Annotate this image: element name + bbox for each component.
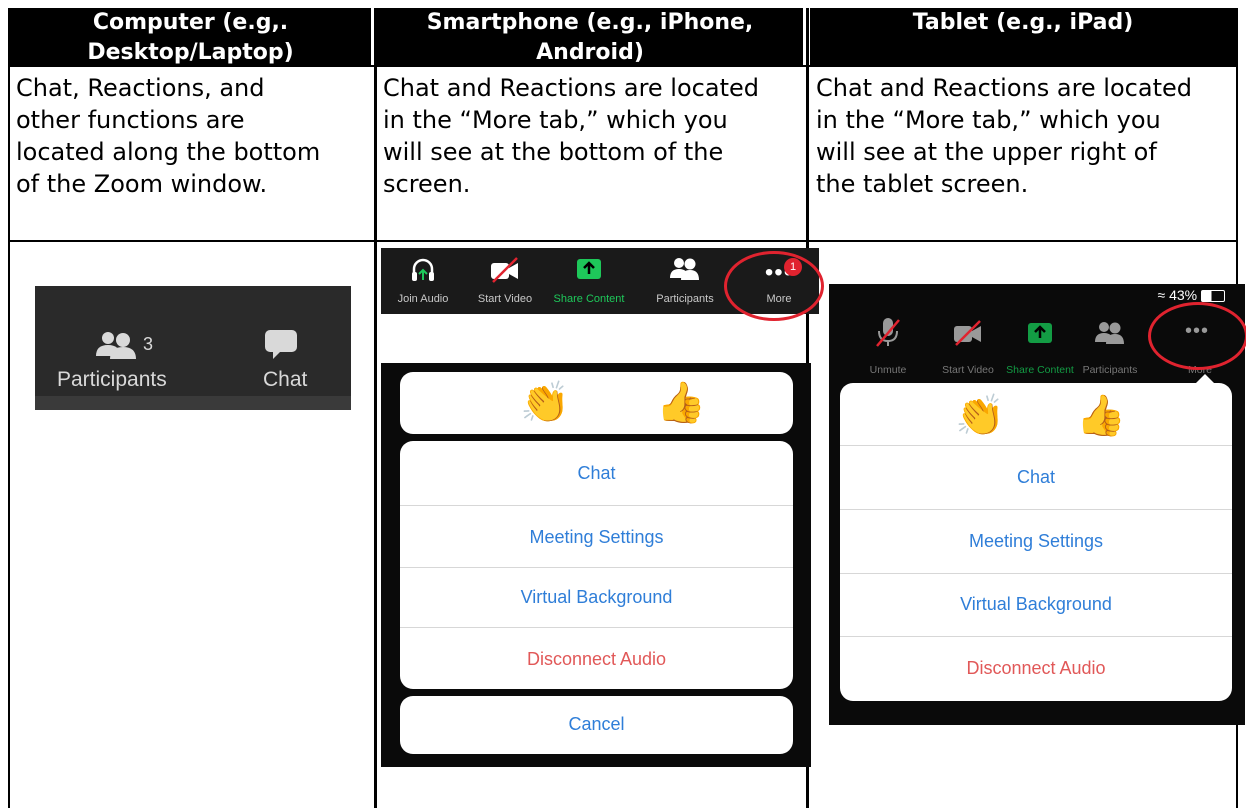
description-line: screen. [383,170,471,198]
divider [840,509,1232,510]
description-line: other functions are [16,106,245,134]
mic-off-icon [876,318,900,347]
description-line: will see at the bottom of the [383,138,724,166]
description-line: will see at the upper right of [816,138,1157,166]
divider [840,573,1232,574]
header-computer-line1: Computer (e.g,. [92,10,289,35]
description-line: Chat, Reactions, and [16,74,265,102]
chat-label: Chat [263,368,308,391]
actions-card: Chat Meeting Settings Virtual Background… [400,441,793,689]
share-icon [1028,323,1052,343]
computer-toolbar-screenshot: 3 Participants Chat [35,286,351,410]
header-smartphone-line2: Android) [536,40,644,65]
share-content-label: Share Content [553,293,625,305]
participants-button[interactable]: 3 Participants [57,326,197,396]
description-line: in the “More tab,” which you [816,106,1161,134]
participants-label: Participants [1082,364,1138,376]
description-line: located along the bottom [16,138,321,166]
highlight-circle [1148,302,1246,370]
menu-chat[interactable]: Chat [840,467,1232,488]
participants-icon [670,258,699,280]
divider [840,445,1232,446]
header-computer-line2: Desktop/Laptop) [87,40,294,65]
battery-percent: 43% [1169,287,1198,303]
table-rule [374,8,377,808]
participants-icon [96,332,136,359]
start-video-label: Start Video [477,293,533,305]
menu-chat[interactable]: Chat [400,463,793,484]
header-tablet-line1: Tablet (e.g., iPad) [912,10,1134,35]
menu-meeting-settings[interactable]: Meeting Settings [400,527,793,548]
headphones-icon [412,258,434,281]
share-content-button[interactable]: Share Content [549,248,629,314]
clap-reaction[interactable]: 👏 [520,383,570,423]
header-smartphone-line1: Smartphone (e.g., iPhone, [426,10,754,35]
participants-button[interactable]: Participants [645,248,725,314]
header-tablet: Tablet (e.g., iPad) [810,8,1236,65]
menu-virtual-background[interactable]: Virtual Background [840,594,1232,615]
menu-disconnect-audio[interactable]: Disconnect Audio [840,658,1232,679]
clap-reaction[interactable]: 👏 [955,396,1005,436]
menu-virtual-background[interactable]: Virtual Background [400,587,793,608]
join-audio-button[interactable]: Join Audio [383,248,463,314]
status-bar: ≈ 43% [1157,287,1225,303]
window-edge [35,396,351,410]
thumbs-up-reaction[interactable]: 👍 [656,383,706,423]
video-off-icon [954,320,981,346]
thumbs-up-reaction[interactable]: 👍 [1076,396,1126,436]
tablet-screenshot: ≈ 43% Unmute Start Video Share Content P… [829,284,1246,725]
divider [400,505,793,506]
participants-count: 3 [143,334,154,354]
menu-meeting-settings[interactable]: Meeting Settings [840,531,1232,552]
tablet-more-menu: 👏 👍 Chat Meeting Settings Virtual Backgr… [840,383,1232,701]
chat-icon [265,330,297,359]
participants-icon [1095,322,1124,344]
description-smartphone: Chat and Reactions are located in the “M… [383,72,805,200]
description-tablet: Chat and Reactions are located in the “M… [816,72,1238,200]
description-computer: Chat, Reactions, and other functions are… [16,72,371,200]
join-audio-label: Join Audio [397,293,449,305]
cancel-button[interactable]: Cancel [400,714,793,735]
header-smartphone: Smartphone (e.g., iPhone, Android) [377,8,803,65]
description-line: the tablet screen. [816,170,1029,198]
divider [400,627,793,628]
reactions-card: 👏 👍 [400,372,793,434]
description-line: Chat and Reactions are located [816,74,1192,102]
start-video-button[interactable]: Start Video [465,248,545,314]
participants-label: Participants [57,368,167,391]
table-rule [8,8,10,808]
description-line: of the Zoom window. [16,170,268,198]
description-line: Chat and Reactions are located [383,74,759,102]
table-rule [8,240,1238,242]
cancel-card: Cancel [400,696,793,754]
divider [400,567,793,568]
table-rule [8,65,1238,67]
description-line: in the “More tab,” which you [383,106,728,134]
share-icon [577,259,601,279]
wifi-icon: ≈ [1157,287,1166,303]
highlight-circle [724,251,824,321]
battery-icon [1201,290,1225,303]
phone-more-menu: 👏 👍 Chat Meeting Settings Virtual Backgr… [381,363,811,767]
participants-label: Participants [656,293,714,305]
video-off-icon [491,257,518,283]
divider [840,636,1232,637]
header-computer: Computer (e.g,. Desktop/Laptop) [10,8,371,65]
chat-button[interactable]: Chat [245,326,315,396]
menu-disconnect-audio[interactable]: Disconnect Audio [400,649,793,670]
